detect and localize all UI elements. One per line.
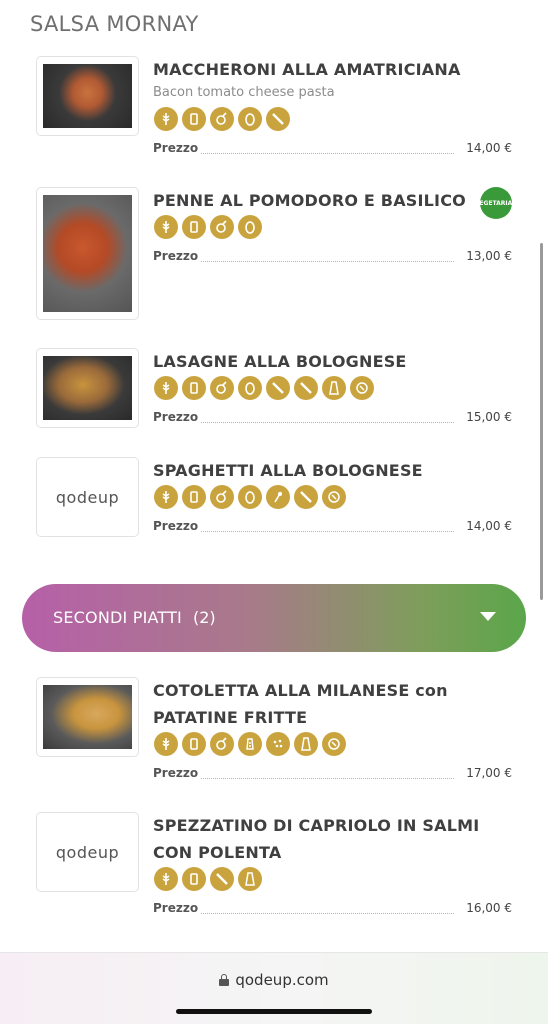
dish-name: PENNE AL POMODORO E BASILICO: [153, 191, 466, 210]
dish-photo: [43, 195, 132, 312]
allergen-list: [154, 215, 262, 239]
allergen-list: [154, 867, 262, 891]
price-dots: [197, 422, 454, 423]
mustard-icon: [322, 376, 346, 400]
price-dots: [197, 778, 454, 779]
gluten-icon: [154, 732, 178, 756]
allergen-list: [154, 376, 374, 400]
milk-icon: [182, 867, 206, 891]
dish-thumbnail[interactable]: [36, 677, 139, 757]
milk-icon: [182, 215, 206, 239]
allergen-list: [154, 732, 346, 756]
price-value: 16,00 €: [464, 901, 512, 915]
price-value: 14,00 €: [464, 141, 512, 155]
price-label: Prezzo: [153, 766, 201, 780]
gluten-icon: [154, 215, 178, 239]
mustard-icon: [238, 867, 262, 891]
dish-name: COTOLETTA ALLA MILANESE con PATATINE FRI…: [153, 681, 448, 727]
milk-icon: [182, 485, 206, 509]
celery-icon: [266, 107, 290, 131]
qodeup-logo: qodeup: [55, 842, 120, 862]
dish-name: MACCHERONI ALLA AMATRICIANA: [153, 60, 461, 79]
browser-address-bar[interactable]: qodeup.com: [0, 952, 548, 1024]
price-dots: [197, 153, 454, 154]
price-dots: [197, 261, 454, 262]
nuts-icon: [210, 107, 234, 131]
price-row: Prezzo 16,00 €: [153, 901, 512, 917]
dish-photo: [43, 685, 132, 749]
gluten-icon: [154, 485, 178, 509]
egg-icon: [238, 485, 262, 509]
price-row: Prezzo 14,00 €: [153, 519, 512, 535]
chevron-down-icon: [480, 612, 496, 621]
price-label: Prezzo: [153, 141, 201, 155]
celery-icon: [294, 376, 318, 400]
sesame-icon: [266, 732, 290, 756]
nuts-icon: [210, 732, 234, 756]
dish-photo: [43, 356, 132, 420]
allergen-list: [154, 485, 346, 509]
milk-icon: [182, 732, 206, 756]
home-indicator[interactable]: [176, 1009, 372, 1014]
gluten-icon: [154, 376, 178, 400]
dish-thumbnail[interactable]: [36, 56, 139, 136]
section-title: SALSA MORNAY: [30, 12, 199, 36]
url-container[interactable]: qodeup.com: [0, 971, 548, 989]
price-label: Prezzo: [153, 249, 201, 263]
sulfites-icon: [322, 485, 346, 509]
price-dots: [197, 531, 454, 532]
scrollbar[interactable]: [540, 243, 543, 600]
price-value: 14,00 €: [464, 519, 512, 533]
category-toggle-button[interactable]: SECONDI PIATTI (2): [22, 584, 526, 652]
category-label: SECONDI PIATTI: [53, 608, 182, 627]
section-header: SALSA MORNAY: [0, 0, 548, 48]
price-row: Prezzo 17,00 €: [153, 766, 512, 782]
price-value: 13,00 €: [464, 249, 512, 263]
dish-name: LASAGNE ALLA BOLOGNESE: [153, 352, 407, 371]
soy-icon: [266, 485, 290, 509]
milk-icon: [182, 376, 206, 400]
mustard-icon: [294, 732, 318, 756]
sulfites-icon: [322, 732, 346, 756]
dish-name: SPEZZATINO DI CAPRIOLO IN SALMI CON POLE…: [153, 816, 480, 862]
vegetarian-badge-icon: VEGETARIAN: [475, 187, 517, 219]
dish-name: SPAGHETTI ALLA BOLOGNESE: [153, 461, 423, 480]
egg-icon: [238, 107, 262, 131]
egg-icon: [238, 376, 262, 400]
dish-thumbnail[interactable]: [36, 187, 139, 320]
celery-icon: [210, 867, 234, 891]
nuts-icon: [210, 376, 234, 400]
lock-icon: [219, 974, 230, 986]
celery-icon: [266, 376, 290, 400]
allergen-list: [154, 107, 290, 131]
dish-thumbnail[interactable]: qodeup: [36, 457, 139, 537]
price-row: Prezzo 13,00 €: [153, 249, 512, 265]
dish-description: Bacon tomato cheese pasta: [153, 85, 335, 100]
category-count: (2): [193, 608, 216, 627]
price-value: 15,00 €: [464, 410, 512, 424]
price-row: Prezzo 14,00 €: [153, 141, 512, 157]
price-dots: [197, 913, 454, 914]
gluten-icon: [154, 107, 178, 131]
dish-photo: [43, 64, 132, 128]
dish-thumbnail[interactable]: qodeup: [36, 812, 139, 892]
price-label: Prezzo: [153, 410, 201, 424]
url-text: qodeup.com: [235, 971, 329, 989]
price-row: Prezzo 15,00 €: [153, 410, 512, 426]
nuts-icon: [210, 485, 234, 509]
gluten-icon: [154, 867, 178, 891]
dish-thumbnail[interactable]: [36, 348, 139, 428]
price-value: 17,00 €: [464, 766, 512, 780]
egg-icon: [238, 215, 262, 239]
sulfites-icon: [350, 376, 374, 400]
fish-icon: [238, 732, 262, 756]
qodeup-logo: qodeup: [55, 487, 120, 507]
milk-icon: [182, 107, 206, 131]
price-label: Prezzo: [153, 519, 201, 533]
celery-icon: [294, 485, 318, 509]
nuts-icon: [210, 215, 234, 239]
price-label: Prezzo: [153, 901, 201, 915]
